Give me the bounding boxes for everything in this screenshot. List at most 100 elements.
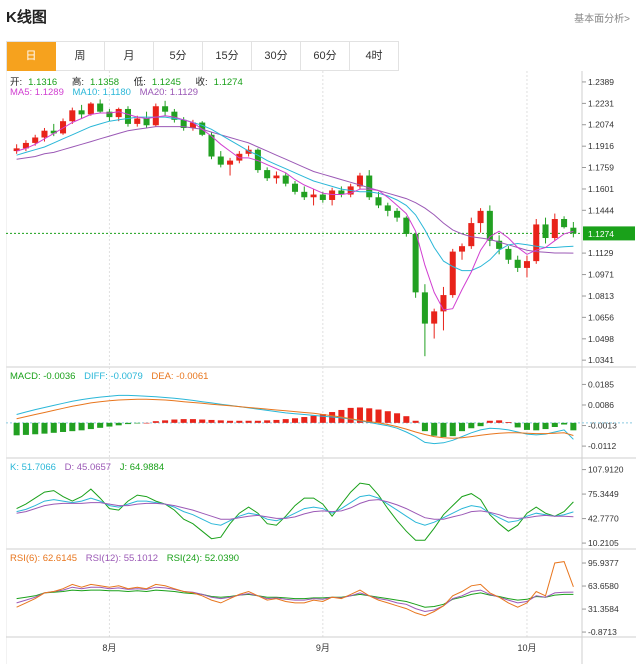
rsi-tick-label: -0.8713 <box>588 627 617 637</box>
macd-bar <box>97 422 104 428</box>
candle-body <box>41 130 48 138</box>
macd-bar <box>162 420 169 423</box>
tab-month[interactable]: 月 <box>105 42 154 71</box>
x-tick-label: 9月 <box>316 643 330 653</box>
chart-area[interactable]: 1.2389 1.2231 1.2074 1.1916 1.1759 1.1601 1.14… <box>5 71 636 664</box>
rsi24-label: RSI(24): 52.0390 <box>166 553 240 564</box>
price-tick-label: 1.0498 <box>588 334 614 344</box>
tab-30min[interactable]: 30分 <box>252 42 301 71</box>
macd-bar <box>208 419 215 423</box>
j-line <box>16 482 574 541</box>
macd-bar <box>41 422 48 434</box>
macd-tick-label: 0.0185 <box>588 379 614 389</box>
macd-bar <box>440 422 447 437</box>
candle-body <box>319 194 326 200</box>
candle-body <box>115 108 122 118</box>
candle-body <box>134 118 141 124</box>
macd-label: MACD: -0.0036 <box>10 371 76 382</box>
macd-bar <box>514 422 521 428</box>
kdj-tick-label: 107.9120 <box>588 465 624 475</box>
candle-body <box>69 110 76 122</box>
macd-tick-label: -0.0112 <box>588 441 616 451</box>
rsi-tick-label: 95.9377 <box>588 558 619 568</box>
tab-day[interactable]: 日 <box>7 42 56 71</box>
candle-body <box>570 227 577 234</box>
rsi-tick-label: 31.3584 <box>588 604 619 614</box>
macd-bar <box>32 422 39 435</box>
candle-body <box>431 311 438 324</box>
candle-body <box>310 194 317 198</box>
candle-body <box>459 246 466 252</box>
tab-5min[interactable]: 5分 <box>154 42 203 71</box>
candle-body <box>384 205 391 211</box>
k-line <box>16 494 574 526</box>
ohlc-legend: 开: 1.1316 高: 1.1358 低: 1.1245 收: 1.1274 <box>10 74 255 88</box>
macd-bar <box>561 422 568 425</box>
macd-bar <box>403 416 410 423</box>
candle-body <box>32 137 39 143</box>
kline-chart[interactable]: 1.2389 1.2231 1.2074 1.1916 1.1759 1.1601 1.14… <box>5 71 636 664</box>
macd-bar <box>542 422 549 430</box>
rsi12-label: RSI(12): 55.1012 <box>85 553 159 564</box>
macd-bar <box>106 422 113 427</box>
macd-bar <box>124 422 131 425</box>
macd-bar <box>282 419 289 423</box>
macd-bar <box>254 420 261 423</box>
macd-bar <box>50 422 57 433</box>
macd-bar <box>486 420 493 423</box>
candle-body <box>412 233 419 293</box>
diff-label: DIFF: -0.0079 <box>84 371 143 382</box>
macd-bar <box>347 407 354 423</box>
macd-bar <box>13 422 20 436</box>
candle-body <box>421 292 428 324</box>
j-label: J: 64.9884 <box>119 462 165 473</box>
rsi-tick-label: 63.6580 <box>588 581 619 591</box>
candle-body <box>291 183 299 192</box>
macd-bar <box>496 420 503 423</box>
candle-body <box>78 110 85 115</box>
macd-bar <box>459 422 466 432</box>
candle-body <box>264 170 271 179</box>
macd-bar <box>366 408 373 423</box>
candle-body <box>97 103 104 112</box>
macd-bar <box>551 422 558 427</box>
candle-body <box>143 118 150 126</box>
macd-bar <box>449 422 456 437</box>
price-tick-label: 1.1759 <box>588 163 614 173</box>
fundamental-analysis-link[interactable]: 基本面分析> <box>574 10 630 25</box>
tab-4hour[interactable]: 4时 <box>350 42 399 71</box>
kdj-tick-label: 75.3449 <box>588 489 619 499</box>
macd-bar <box>310 415 317 423</box>
macd-bar <box>431 422 438 436</box>
candle-body <box>282 175 289 184</box>
candle-body <box>87 103 94 115</box>
macd-bar <box>384 411 391 423</box>
macd-bar <box>264 420 271 423</box>
tab-15min[interactable]: 15分 <box>203 42 252 71</box>
d-line <box>16 499 574 520</box>
macd-bar <box>180 419 187 423</box>
macd-tick-label: 0.0086 <box>588 400 614 410</box>
ma10-label: MA10: 1.1180 <box>72 87 131 98</box>
candle-body <box>514 259 521 268</box>
candle-body <box>449 251 456 296</box>
price-tick-label: 1.1444 <box>588 205 614 215</box>
tab-week[interactable]: 周 <box>56 42 105 71</box>
tab-60min[interactable]: 60分 <box>301 42 350 71</box>
x-tick-label: 10月 <box>517 643 536 653</box>
macd-bar <box>505 422 512 423</box>
candle-body <box>162 106 169 112</box>
macd-bar <box>468 422 475 429</box>
macd-bar <box>69 422 76 432</box>
macd-bar <box>375 409 382 423</box>
macd-legend: MACD: -0.0036 DIFF: -0.0079 DEA: -0.0061 <box>10 371 214 382</box>
macd-bar <box>523 422 530 430</box>
rsi6-line <box>16 561 574 617</box>
macd-bar <box>245 420 252 423</box>
k-label: K: 51.7066 <box>10 462 56 473</box>
candle-body <box>375 197 382 206</box>
ma-legend: MA5: 1.1289 MA10: 1.1180 MA20: 1.1129 <box>10 87 204 98</box>
price-tick-label: 1.2389 <box>588 77 614 87</box>
macd-bar <box>291 418 299 423</box>
macd-bar <box>115 422 122 426</box>
